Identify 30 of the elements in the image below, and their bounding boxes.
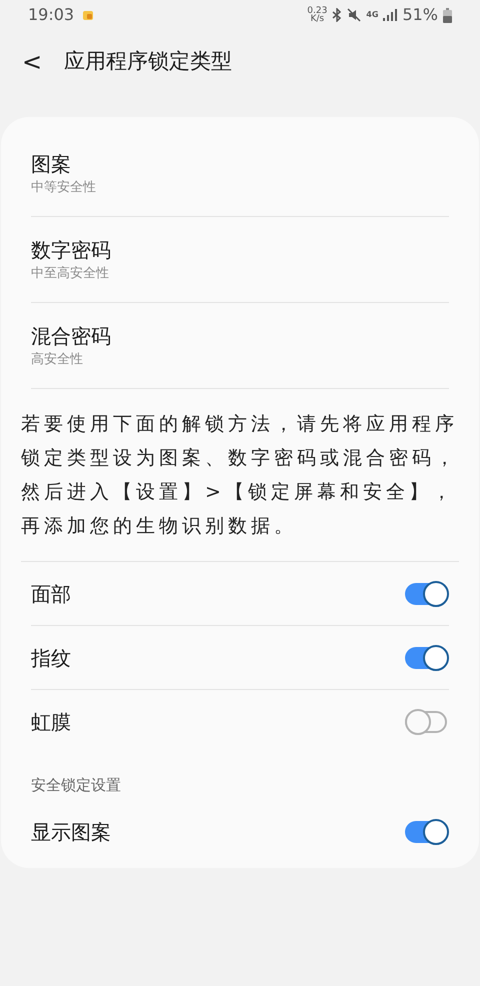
setting-label: 虹膜: [31, 709, 71, 736]
signal-icon: [383, 9, 398, 21]
toggle-switch[interactable]: [405, 580, 449, 606]
lock-type-title: 数字密码: [31, 236, 112, 264]
lock-type-title: 图案: [31, 150, 72, 178]
app-notification-icon: [82, 9, 94, 21]
lock-type-item[interactable]: 数字密码 中至高安全性: [31, 217, 449, 303]
toggle-switch[interactable]: [405, 819, 449, 845]
lock-type-item[interactable]: 混合密码 高安全性: [31, 303, 449, 389]
status-time: 19:03: [28, 4, 74, 26]
toggle-switch[interactable]: [405, 644, 449, 670]
mute-icon: [347, 8, 362, 22]
toggle-switch[interactable]: [405, 709, 449, 735]
page-title: 应用程序锁定类型: [64, 48, 232, 76]
network-speed: 0.23 K/s: [307, 7, 328, 23]
security-level: 中至高安全性: [31, 264, 110, 282]
battery-percent: 51%: [402, 4, 438, 26]
network-type: 4G: [366, 9, 378, 21]
notice-text: 若要使用下面的解锁方法，请先将应用程序锁定类型设为图案、数字密码或混合密码，然后进入【设置】>【锁定屏幕和安全】，再添加您的生物识别数据。: [21, 412, 459, 539]
battery-icon: [443, 8, 452, 22]
bluetooth-icon: [332, 8, 342, 22]
setting-label: 面部: [31, 580, 71, 608]
back-button[interactable]: <: [22, 50, 42, 74]
security-level: 高安全性: [31, 350, 84, 368]
section-title: 安全锁定设置: [31, 774, 121, 796]
lock-type-title: 混合密码: [31, 322, 112, 350]
security-level: 中等安全性: [31, 178, 97, 196]
setting-label: 显示图案: [31, 819, 111, 846]
lock-type-item[interactable]: 图案 中等安全性: [31, 131, 449, 217]
setting-label: 指纹: [31, 644, 71, 672]
